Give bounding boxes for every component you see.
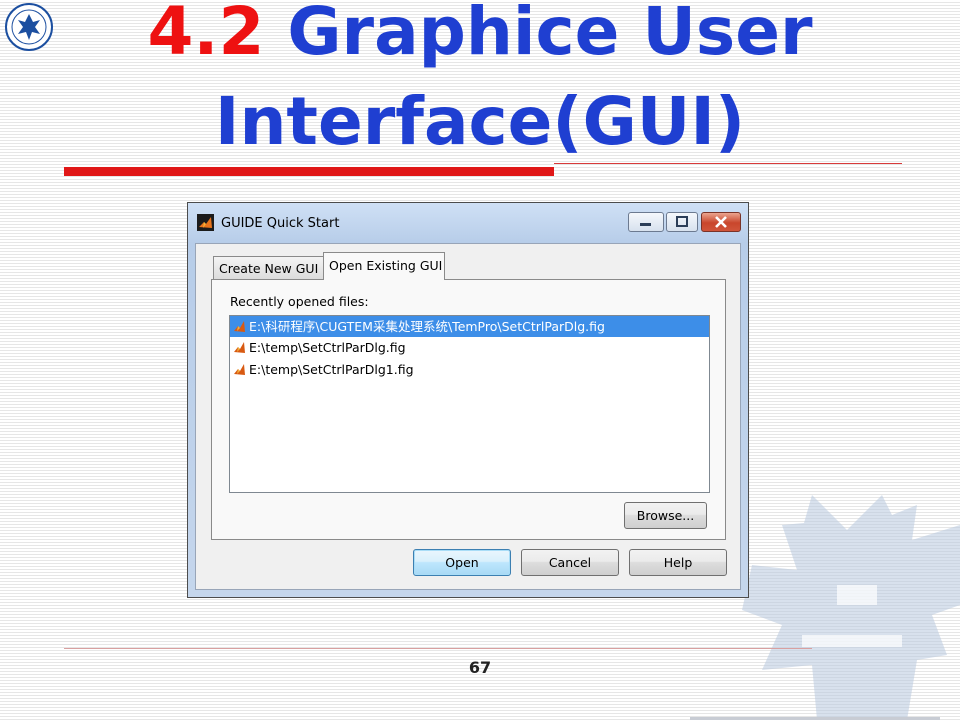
page-number: 67 — [468, 658, 492, 677]
list-item[interactable]: E:\temp\SetCtrlParDlg1.fig — [230, 359, 709, 381]
title-underline-thin — [554, 163, 902, 164]
file-path: E:\科研程序\CUGTEM采集处理系统\TemPro\SetCtrlParDl… — [249, 319, 605, 334]
tab-create-new-gui[interactable]: Create New GUI — [213, 256, 327, 279]
tab-open-existing-gui[interactable]: Open Existing GUI — [323, 252, 445, 280]
dialog-titlebar[interactable]: GUIDE Quick Start — [188, 203, 748, 245]
open-button[interactable]: Open — [413, 549, 511, 576]
footer-divider — [64, 648, 812, 649]
fig-file-icon — [234, 321, 245, 332]
close-button[interactable] — [701, 212, 741, 232]
maximize-icon — [676, 216, 688, 227]
browse-button[interactable]: Browse... — [624, 502, 707, 529]
slide-title-line1: 4.2 Graphice User — [0, 0, 960, 72]
minimize-icon — [640, 223, 651, 226]
emblem-watermark — [742, 495, 960, 720]
close-icon — [715, 216, 727, 228]
title-number: 4.2 — [147, 0, 265, 70]
slide-title-line2: Interface(GUI) — [214, 83, 746, 160]
title-text: Graphice User — [287, 0, 813, 70]
maximize-button[interactable] — [666, 212, 698, 232]
list-item[interactable]: E:\temp\SetCtrlParDlg.fig — [230, 337, 709, 359]
cancel-button[interactable]: Cancel — [521, 549, 619, 576]
file-path: E:\temp\SetCtrlParDlg.fig — [249, 340, 406, 355]
dialog-title: GUIDE Quick Start — [221, 216, 340, 231]
recent-files-list[interactable]: E:\科研程序\CUGTEM采集处理系统\TemPro\SetCtrlParDl… — [229, 315, 710, 493]
recent-files-label: Recently opened files: — [230, 294, 369, 309]
minimize-button[interactable] — [628, 212, 664, 232]
matlab-icon — [197, 214, 214, 231]
help-button[interactable]: Help — [629, 549, 727, 576]
guide-quick-start-dialog: GUIDE Quick Start Create New GUI Open Ex… — [187, 202, 749, 598]
fig-file-icon — [234, 342, 245, 353]
list-item[interactable]: E:\科研程序\CUGTEM采集处理系统\TemPro\SetCtrlParDl… — [230, 316, 709, 337]
file-path: E:\temp\SetCtrlParDlg1.fig — [249, 362, 414, 377]
open-existing-panel: Recently opened files: E:\科研程序\CUGTEM采集处… — [211, 279, 726, 540]
dialog-client-area: Create New GUI Open Existing GUI Recentl… — [195, 243, 741, 590]
fig-file-icon — [234, 364, 245, 375]
title-underline-bar — [64, 167, 554, 176]
